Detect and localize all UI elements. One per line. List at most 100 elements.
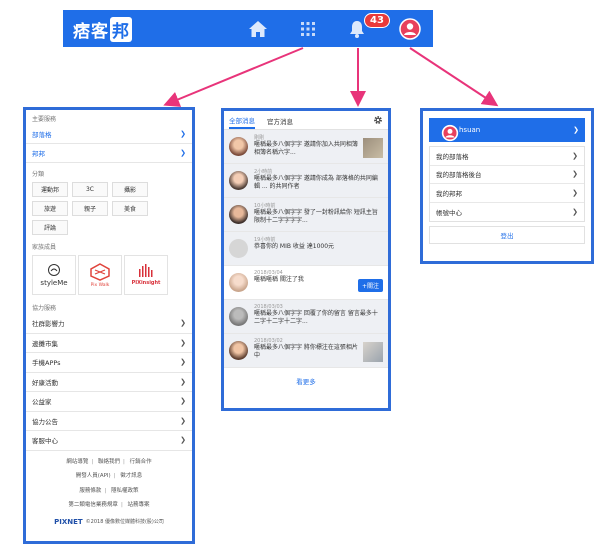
category-grid: 運動邦 3C 攝影 旅遊 親子 美食 評論 — [26, 180, 192, 238]
member-label: PIXinsight — [131, 280, 161, 286]
user-avatar — [229, 307, 248, 326]
footer-link[interactable]: 網站導覽 — [66, 459, 88, 465]
footer-link[interactable]: 站務專案 — [128, 502, 150, 508]
menu-item-helper[interactable]: 客服中心 ❯ — [26, 431, 192, 451]
menu-item-helper[interactable]: 手機APPs ❯ — [26, 353, 192, 373]
notification-text: 暱稱最多八個字字 回覆了你的留言 留言最多十二字十二字十二字... — [254, 310, 378, 325]
apps-grid-icon[interactable] — [298, 19, 318, 39]
system-avatar — [229, 239, 248, 258]
chevron-right-icon: ❯ — [572, 188, 578, 197]
notification-item[interactable]: 10小時前 暱稱最多八個字字 發了一封粉訊給你 短訊主旨限制十二字字字字... — [224, 198, 388, 232]
member-pixwalk[interactable]: Pix Walk — [78, 255, 122, 295]
user-menu-item[interactable]: 我的部落格後台 ❯ — [430, 166, 584, 184]
chevron-right-icon: ❯ — [180, 436, 186, 445]
chevron-right-icon: ❯ — [180, 377, 186, 386]
notification-item[interactable]: 2018/03/03 暱稱最多八個字字 回覆了你的留言 留言最多十二字十二字十二字… — [224, 300, 388, 334]
notification-time: 剛剛 — [254, 135, 265, 141]
notification-count-badge: 43 — [364, 13, 390, 28]
menu-item-label: 邊攤市集 — [32, 339, 58, 348]
notification-text: 暱稱最多八個字字 邀請你成為 部落格的共同編輯 ... 的共同作者 — [254, 175, 378, 190]
avatar-icon[interactable] — [399, 18, 421, 40]
notification-time: 10小時前 — [254, 203, 276, 209]
footer-link[interactable]: 開發人員(API) — [76, 473, 111, 479]
menu-item-helper[interactable]: 協力公告 ❯ — [26, 412, 192, 431]
menu-item-helper[interactable]: 公益家 ❯ — [26, 392, 192, 412]
logo-box-text: 邦 — [110, 17, 132, 42]
tab-all-news[interactable]: 全部消息 — [229, 111, 255, 129]
top-navigation-bar: 痞客邦 43 — [63, 10, 433, 47]
helper-services-title: 協力服務 — [32, 305, 57, 312]
copyright-line: PIXNET ©2018 優像數位媒體科技(股)公司 — [26, 513, 192, 526]
user-menu-item[interactable]: 我的邦邦 ❯ — [430, 184, 584, 203]
menu-item-blog[interactable]: 部落格 ❯ — [26, 125, 192, 144]
user-avatar-icon — [441, 124, 459, 142]
photo-thumbnail — [363, 342, 383, 362]
notification-text: 暱稱最多八個字字 邀請你加入共同相簿 相簿名稱六字... — [254, 141, 358, 156]
menu-item-label: 公益家 — [32, 398, 52, 407]
category-tag[interactable]: 評論 — [32, 220, 68, 235]
user-avatar — [229, 205, 248, 224]
user-menu-item-label: 我的邦邦 — [436, 189, 462, 198]
menu-item-helper[interactable]: 好康活動 ❯ — [26, 373, 192, 392]
chevron-right-icon: ❯ — [572, 170, 578, 179]
notification-item[interactable]: 2018/03/02 暱稱最多八個字字 將你標注在這張相片中 — [224, 334, 388, 368]
notification-tabs: 全部消息 官方消息 — [224, 111, 388, 130]
user-menu-item-label: 我的部落格後台 — [436, 171, 482, 180]
category-tag[interactable]: 旅遊 — [32, 201, 68, 216]
notification-text: 暱稱最多八個字字 將你標注在這張相片中 — [254, 344, 358, 359]
footer-link[interactable]: 徵才訊息 — [120, 473, 142, 479]
category-tag[interactable]: 親子 — [72, 201, 108, 216]
chevron-right-icon: ❯ — [180, 397, 186, 406]
user-avatar — [229, 273, 248, 292]
tab-official-news[interactable]: 官方消息 — [267, 111, 293, 129]
category-tag[interactable]: 美食 — [112, 201, 148, 216]
chevron-right-icon: ❯ — [180, 358, 186, 367]
notification-time: 2小時前 — [254, 169, 273, 175]
styleme-logo-icon — [48, 264, 60, 276]
members-title: 家族成員 — [32, 244, 57, 251]
user-menu-item[interactable]: 我的部落格 ❯ — [430, 147, 584, 166]
footer-link[interactable]: 行銷合作 — [130, 459, 152, 465]
member-styleme[interactable]: styleMe — [32, 255, 76, 295]
menu-item-helper[interactable]: 邊攤市集 ❯ — [26, 334, 192, 353]
user-avatar — [229, 137, 248, 156]
pixnet-logo[interactable]: 痞客邦 — [73, 17, 132, 42]
chevron-right-icon: ❯ — [572, 151, 578, 160]
chevron-right-icon: ❯ — [573, 126, 579, 134]
footer-link[interactable]: 第二類電信業務規章 — [68, 502, 118, 508]
user-menu-item-label: 我的部落格 — [436, 152, 469, 161]
notification-item[interactable]: 剛剛 暱稱最多八個字字 邀請你加入共同相簿 相簿名稱六字... — [224, 130, 388, 164]
notification-item[interactable]: 19小時前 恭喜你的 MIB 收益 達1000元 — [224, 232, 388, 266]
notification-item[interactable]: 2小時前 暱稱最多八個字字 邀請你成為 部落格的共同編輯 ... 的共同作者 — [224, 164, 388, 198]
menu-item-label: 協力公告 — [32, 417, 58, 426]
member-pixinsight[interactable]: PIXinsight — [124, 255, 168, 295]
notification-item[interactable]: 2018/03/04 暱稱暱稱 關注了我 +關注 — [224, 266, 388, 300]
member-label: Pix Walk — [90, 282, 110, 288]
notification-text: 暱稱最多八個字字 發了一封粉訊給你 短訊主旨限制十二字字字字... — [254, 209, 378, 224]
follow-button[interactable]: +關注 — [357, 279, 383, 292]
menu-item-bangbang[interactable]: 邦邦 ❯ — [26, 144, 192, 163]
category-tag[interactable]: 攝影 — [112, 182, 148, 197]
user-menu-panel: hsuan ❯ 我的部落格 ❯ 我的部落格後台 ❯ 我的邦邦 ❯ 帳號中心 ❯ 登出 — [420, 108, 594, 264]
main-services-title: 主要服務 — [32, 116, 57, 123]
category-tag[interactable]: 3C — [72, 182, 108, 197]
category-tag[interactable]: 運動邦 — [32, 182, 68, 197]
footer-link[interactable]: 隱私權政策 — [111, 488, 139, 494]
user-menu-item[interactable]: 帳號中心 ❯ — [430, 203, 584, 222]
brand-name: PIXNET — [54, 517, 83, 526]
chevron-right-icon: ❯ — [180, 319, 186, 328]
user-menu-list: 我的部落格 ❯ 我的部落格後台 ❯ 我的邦邦 ❯ 帳號中心 ❯ — [429, 146, 585, 222]
footer-link[interactable]: 服務條款 — [79, 488, 101, 494]
footer-link[interactable]: 聯絡我們 — [98, 459, 120, 465]
home-icon[interactable] — [248, 19, 268, 39]
menu-item-label: 客服中心 — [32, 437, 58, 446]
notifications-panel: 全部消息 官方消息 剛剛 暱稱最多八個字字 邀請你加入共同相簿 相簿名稱六字...… — [221, 108, 391, 411]
member-logos: styleMe Pix Walk PIXinsight — [26, 253, 192, 299]
gear-icon[interactable] — [373, 115, 383, 125]
see-more-link[interactable]: 看更多 — [224, 368, 388, 386]
logout-button[interactable]: 登出 — [429, 226, 585, 244]
user-avatar — [229, 341, 248, 360]
user-profile-bar[interactable]: hsuan ❯ — [429, 118, 585, 142]
footer-links: 網站導覽 | 聯絡我們 | 行銷合作 開發人員(API) | 徵才訊息 服務條款 | 隱… — [66, 458, 152, 509]
menu-item-helper[interactable]: 社群影響力 ❯ — [26, 314, 192, 334]
